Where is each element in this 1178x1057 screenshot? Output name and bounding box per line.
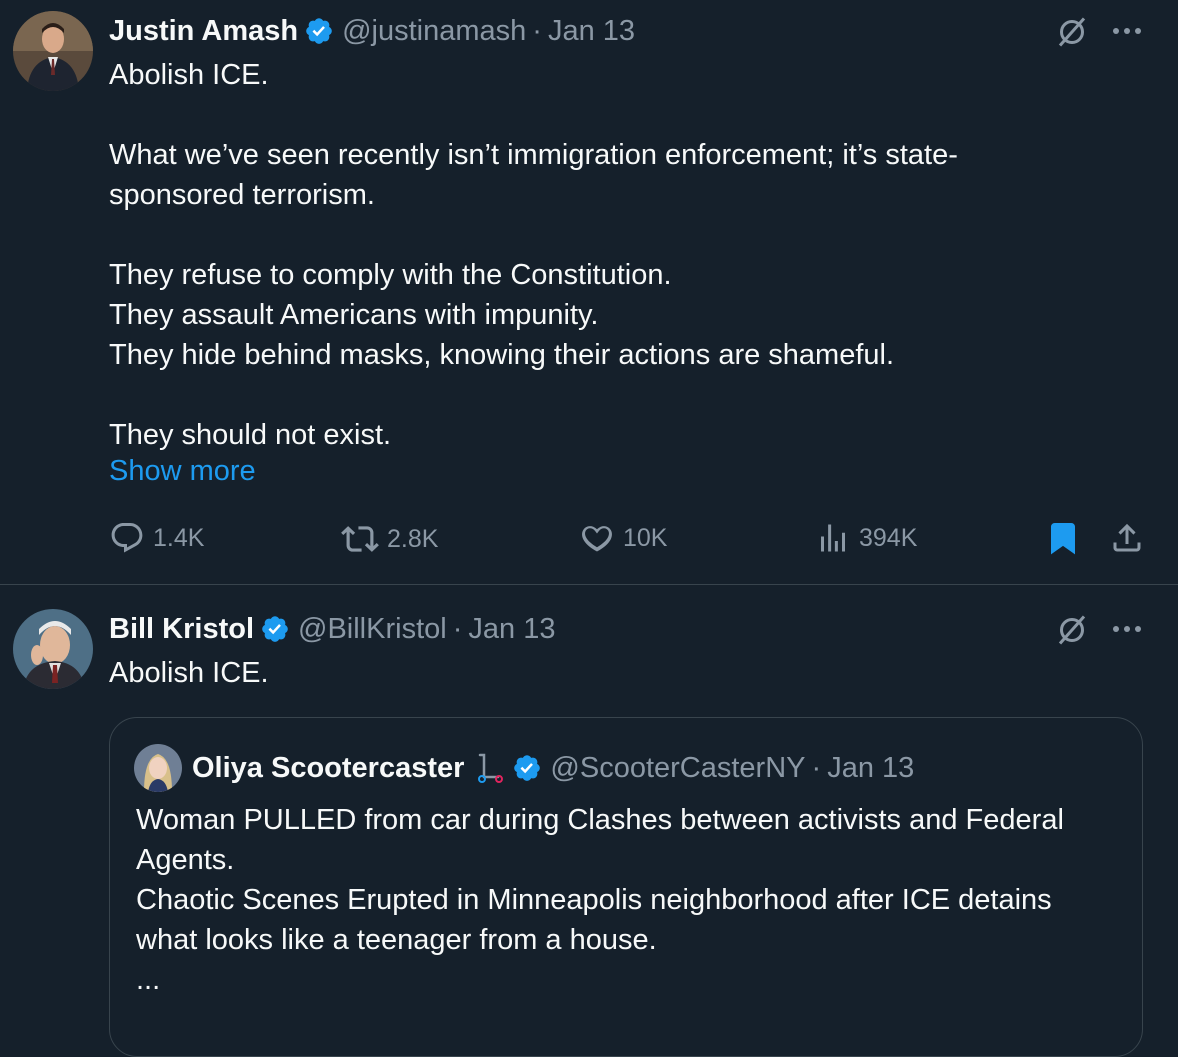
tweet-justin-amash[interactable]: Justin Amash @justinamash · Jan 13 Aboli…	[0, 0, 1178, 584]
author-handle[interactable]: @justinamash	[342, 15, 526, 48]
verified-badge-icon	[260, 614, 290, 644]
avatar[interactable]	[13, 609, 93, 689]
tweet-header: Bill Kristol @BillKristol · Jan 13	[109, 609, 555, 649]
views-count: 394K	[859, 523, 918, 552]
like-count: 10K	[623, 523, 668, 552]
bookmark-icon	[1051, 523, 1075, 555]
avatar[interactable]	[134, 744, 182, 792]
grok-icon[interactable]	[1052, 12, 1092, 52]
grok-icon[interactable]	[1052, 610, 1092, 650]
author-name[interactable]: Justin Amash	[109, 15, 298, 48]
views-button[interactable]: 394K	[815, 520, 917, 556]
author-name[interactable]: Bill Kristol	[109, 613, 254, 646]
scooter-icon	[472, 751, 506, 785]
tweet-date[interactable]: Jan 13	[827, 752, 914, 785]
bookmark-button[interactable]	[1045, 520, 1089, 556]
quoted-tweet-header: Oliya Scootercaster @ScooterCasterNY · J…	[134, 744, 914, 792]
reply-count: 1.4K	[153, 523, 205, 552]
quoted-tweet-text: Woman PULLED from car during Clashes bet…	[136, 804, 1064, 996]
tweet-text: Abolish ICE. What we’ve seen recently is…	[109, 59, 958, 451]
tweet-text: Abolish ICE.	[109, 657, 269, 689]
repost-button[interactable]: 2.8K	[341, 520, 438, 558]
reply-button[interactable]: 1.4K	[109, 520, 204, 556]
verified-badge-icon	[304, 16, 334, 46]
author-handle[interactable]: @ScooterCasterNY	[550, 752, 805, 785]
more-icon[interactable]	[1109, 16, 1145, 46]
author-handle[interactable]: @BillKristol	[298, 613, 447, 646]
show-more-link[interactable]: Show more	[109, 455, 256, 488]
views-icon	[821, 524, 845, 552]
separator-dot: ·	[532, 14, 542, 47]
tweet-header: Justin Amash @justinamash · Jan 13	[109, 11, 635, 51]
reply-icon	[111, 523, 143, 553]
share-button[interactable]	[1109, 520, 1153, 556]
repost-count: 2.8K	[387, 524, 439, 553]
separator-dot: ·	[811, 751, 822, 784]
more-icon[interactable]	[1109, 614, 1145, 644]
avatar[interactable]	[13, 11, 93, 91]
share-icon	[1113, 523, 1141, 552]
tweet-date[interactable]: Jan 13	[548, 15, 635, 48]
tweet-date[interactable]: Jan 13	[468, 613, 555, 646]
author-name[interactable]: Oliya Scootercaster	[192, 752, 464, 785]
quoted-tweet-card[interactable]: Oliya Scootercaster @ScooterCasterNY · J…	[109, 717, 1143, 1057]
separator-dot: ·	[452, 612, 463, 645]
tweet-actions: 1.4K 2.8K 10K 394K	[109, 520, 1149, 560]
verified-badge-icon	[512, 753, 542, 783]
repost-icon	[341, 526, 379, 552]
like-button[interactable]: 10K	[579, 520, 667, 556]
heart-icon	[582, 526, 612, 552]
